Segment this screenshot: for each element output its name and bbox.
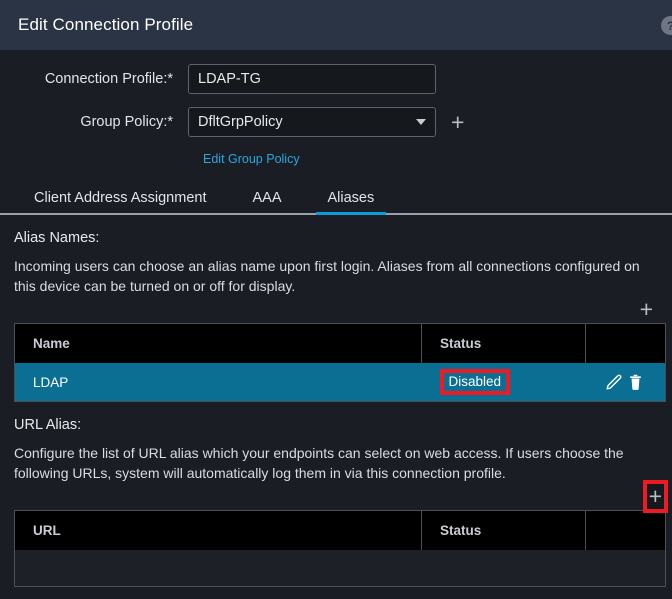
help-circle-icon[interactable]: ? <box>661 16 672 35</box>
column-header-url: URL <box>15 510 422 550</box>
alias-names-table: Name Status LDAP Disabled <box>14 323 666 402</box>
edit-group-policy-link[interactable]: Edit Group Policy <box>203 152 300 166</box>
dialog-body: Connection Profile:* Group Policy:* Dflt… <box>0 50 672 599</box>
page-title: Edit Connection Profile <box>18 15 193 35</box>
empty-status-cell <box>422 550 586 586</box>
tab-aaa[interactable]: AAA <box>240 190 293 213</box>
tab-bar: Client Address Assignment AAA Aliases <box>0 179 672 215</box>
alias-names-table-wrap: Name Status LDAP Disabled <box>0 323 672 402</box>
alias-names-add-row: + <box>14 297 658 323</box>
url-alias-description: Configure the list of URL alias which yo… <box>14 444 658 484</box>
column-header-name: Name <box>15 323 422 363</box>
group-policy-select[interactable]: DfltGrpPolicy <box>188 107 436 137</box>
chevron-down-icon <box>416 119 426 125</box>
status-badge: Disabled <box>440 369 511 396</box>
connection-profile-label: Connection Profile:* <box>0 71 188 87</box>
alias-name-cell: LDAP <box>15 363 422 401</box>
alias-names-section: Alias Names: Incoming users can choose a… <box>0 230 672 323</box>
group-policy-label: Group Policy:* <box>0 114 188 130</box>
url-alias-section: URL Alias: Configure the list of URL ali… <box>0 417 672 510</box>
alias-names-description: Incoming users can choose an alias name … <box>14 257 658 297</box>
table-row-empty <box>15 550 666 586</box>
dialog-titlebar: Edit Connection Profile ? <box>0 0 672 50</box>
table-header-row: Name Status <box>15 323 666 363</box>
alias-actions-cell <box>586 363 666 401</box>
tab-aliases[interactable]: Aliases <box>316 190 387 213</box>
add-url-alias-button[interactable]: + <box>643 480 668 513</box>
delete-trash-icon[interactable] <box>626 373 645 392</box>
column-header-status: Status <box>422 510 586 550</box>
url-alias-title: URL Alias: <box>14 417 658 433</box>
empty-actions-cell <box>586 550 666 586</box>
profile-form: Connection Profile:* Group Policy:* Dflt… <box>0 50 672 175</box>
connection-profile-input[interactable] <box>188 64 436 94</box>
edit-pencil-icon[interactable] <box>604 373 623 392</box>
add-group-policy-button[interactable]: + <box>451 111 464 134</box>
table-header-row: URL Status <box>15 510 666 550</box>
url-alias-table-wrap: URL Status <box>0 510 672 587</box>
group-policy-selected-value: DfltGrpPolicy <box>188 107 436 137</box>
connection-profile-row: Connection Profile:* <box>0 64 672 94</box>
alias-names-title: Alias Names: <box>14 230 658 246</box>
group-policy-row: Group Policy:* DfltGrpPolicy + <box>0 107 672 137</box>
column-header-actions <box>586 510 666 550</box>
url-alias-add-row: + <box>14 484 658 510</box>
empty-url-cell <box>15 550 422 586</box>
alias-status-cell: Disabled <box>422 363 586 401</box>
tab-client-address-assignment[interactable]: Client Address Assignment <box>22 190 218 213</box>
url-alias-table: URL Status <box>14 510 666 587</box>
column-header-actions <box>586 323 666 363</box>
add-alias-name-button[interactable]: + <box>637 298 656 321</box>
table-row[interactable]: LDAP Disabled <box>15 363 666 401</box>
column-header-status: Status <box>422 323 586 363</box>
